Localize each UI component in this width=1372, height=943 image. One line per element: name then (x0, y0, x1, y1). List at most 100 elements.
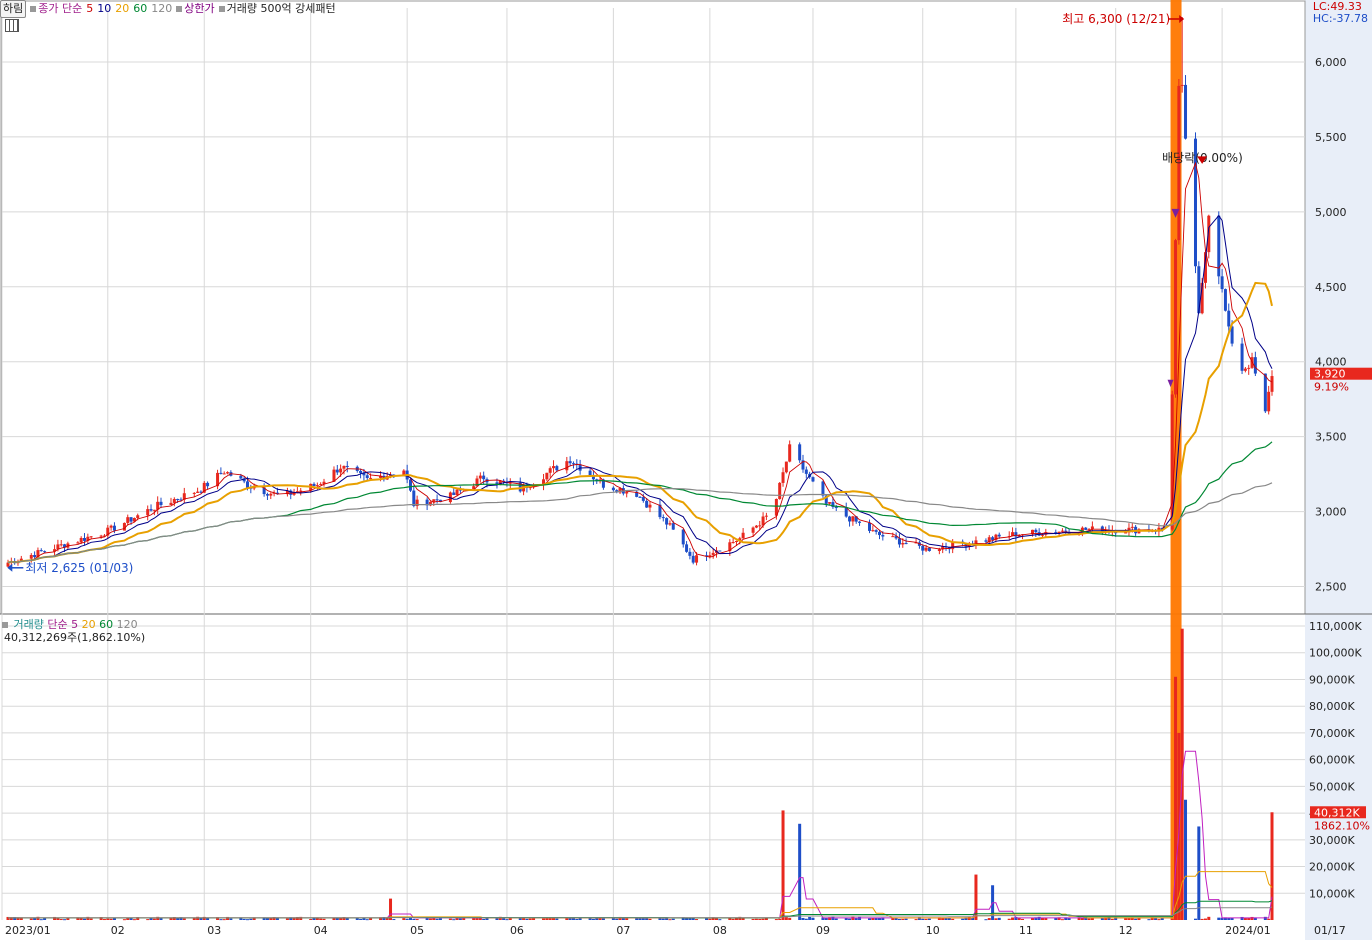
volume-bar (126, 918, 130, 920)
candle-body (478, 475, 482, 479)
candle-body (43, 551, 47, 553)
candle-body (897, 538, 901, 545)
candle-body (548, 468, 552, 473)
candle-body (1180, 84, 1184, 86)
volume-bar (1203, 918, 1207, 920)
volume-bar (801, 917, 805, 920)
ma-line-5 (7, 161, 1273, 564)
volume-bar (901, 918, 905, 920)
volume-bar (428, 918, 432, 920)
x-tick-label: 05 (410, 924, 424, 937)
ma-5-label: 5 (86, 2, 94, 15)
volume-bar (402, 918, 406, 920)
stock-chart-svg[interactable]: 2023/01 02 03 04 05 06 07 08 09 10 11 12 2024/01 01/1… (0, 0, 1372, 940)
candle-body (571, 463, 575, 465)
candle-body (731, 542, 735, 544)
volume-bar (774, 919, 778, 921)
candle-body (638, 496, 642, 498)
candle-body (455, 489, 459, 496)
volume-bar (122, 919, 126, 921)
candle-body (339, 468, 343, 473)
candle-body (741, 532, 745, 539)
x-tick-label: 2024/01 (1225, 924, 1271, 937)
volume-bar (728, 918, 732, 920)
candle-body (874, 530, 878, 532)
chart-root: 2023/01 02 03 04 05 06 07 08 09 10 11 12 2024/01 01/1… (0, 0, 1372, 940)
candle-body (708, 555, 712, 557)
candle-body (611, 487, 615, 491)
candle-body (112, 525, 116, 531)
volume-bar (961, 918, 965, 920)
volume-bar (555, 918, 559, 920)
candle-body (1263, 373, 1267, 412)
candle-body (345, 465, 349, 467)
volume-bar (222, 919, 226, 921)
candle-body (641, 497, 645, 501)
y-tick-label: 3,500 (1315, 431, 1347, 444)
volume-bar (575, 918, 579, 920)
candle-body (695, 555, 699, 563)
candle-body (1130, 526, 1134, 528)
volume-bar (249, 918, 253, 920)
candle-body (552, 466, 556, 469)
volume-bar (242, 918, 246, 920)
ma-120-label: 120 (151, 2, 173, 15)
candle-body (681, 529, 685, 545)
low-annotation: 최저 2,625 (01/03) (25, 561, 133, 575)
volume-bar (528, 918, 532, 920)
legend-marker-icon (218, 6, 225, 12)
x-tick-label: 08 (713, 924, 727, 937)
volume-bar (951, 918, 955, 920)
x-tick-label: 06 (510, 924, 524, 937)
volume-bar (1110, 918, 1114, 920)
candle-body (648, 504, 652, 508)
volume-bar (152, 918, 156, 920)
candle-body (937, 549, 941, 552)
candle-body (29, 555, 33, 559)
candle-body (196, 491, 200, 493)
volume-bar (601, 918, 605, 920)
volume-bar (808, 916, 812, 920)
y-tick-label: 50,000K (1309, 780, 1355, 793)
y-tick-label: 90,000K (1309, 673, 1355, 686)
volume-bar (1134, 918, 1138, 920)
candle-body (149, 509, 153, 511)
candle-body (1247, 367, 1251, 369)
volume-bar (1200, 918, 1204, 920)
ma-10-label: 10 (97, 2, 112, 15)
volume-bar (1157, 919, 1161, 921)
volume-bar (109, 918, 113, 920)
volume-bar (831, 916, 835, 920)
candle-body (222, 473, 226, 475)
candle-body (412, 490, 416, 507)
stock-name-chip[interactable]: 하림 (0, 0, 27, 18)
candle-body (788, 444, 792, 462)
volume-bar (924, 918, 928, 920)
candle-body (871, 530, 875, 532)
candle-body (435, 499, 439, 501)
candle-body (758, 525, 762, 527)
volume-bar (1087, 918, 1091, 920)
volume-bar (355, 918, 359, 920)
volume-bar (1124, 918, 1128, 920)
candle-body (904, 543, 908, 545)
volume-bar (848, 918, 852, 920)
candle-body (671, 523, 675, 530)
candle-body (877, 531, 881, 536)
volume-bar (36, 916, 40, 920)
volume-bar (482, 918, 486, 920)
volume-bar (615, 918, 619, 920)
candle-body (172, 498, 176, 503)
volume-value-text: 40,312,269주(1,862.10%) (4, 631, 146, 644)
candle-body (482, 475, 486, 480)
candle-body (588, 470, 592, 476)
volume-bar (1170, 918, 1174, 920)
candle-body (924, 547, 928, 551)
table-icon[interactable] (5, 19, 19, 32)
legend-bar: 하림 종가 단순 5 10 20 60 120 상한가 거래량 500억 강세패… (0, 0, 336, 18)
volume-bar (668, 919, 672, 921)
volume-bar (1267, 918, 1271, 920)
ma-20-label: 20 (115, 2, 130, 15)
volume-bar (648, 918, 652, 920)
candle-body (1243, 368, 1247, 371)
